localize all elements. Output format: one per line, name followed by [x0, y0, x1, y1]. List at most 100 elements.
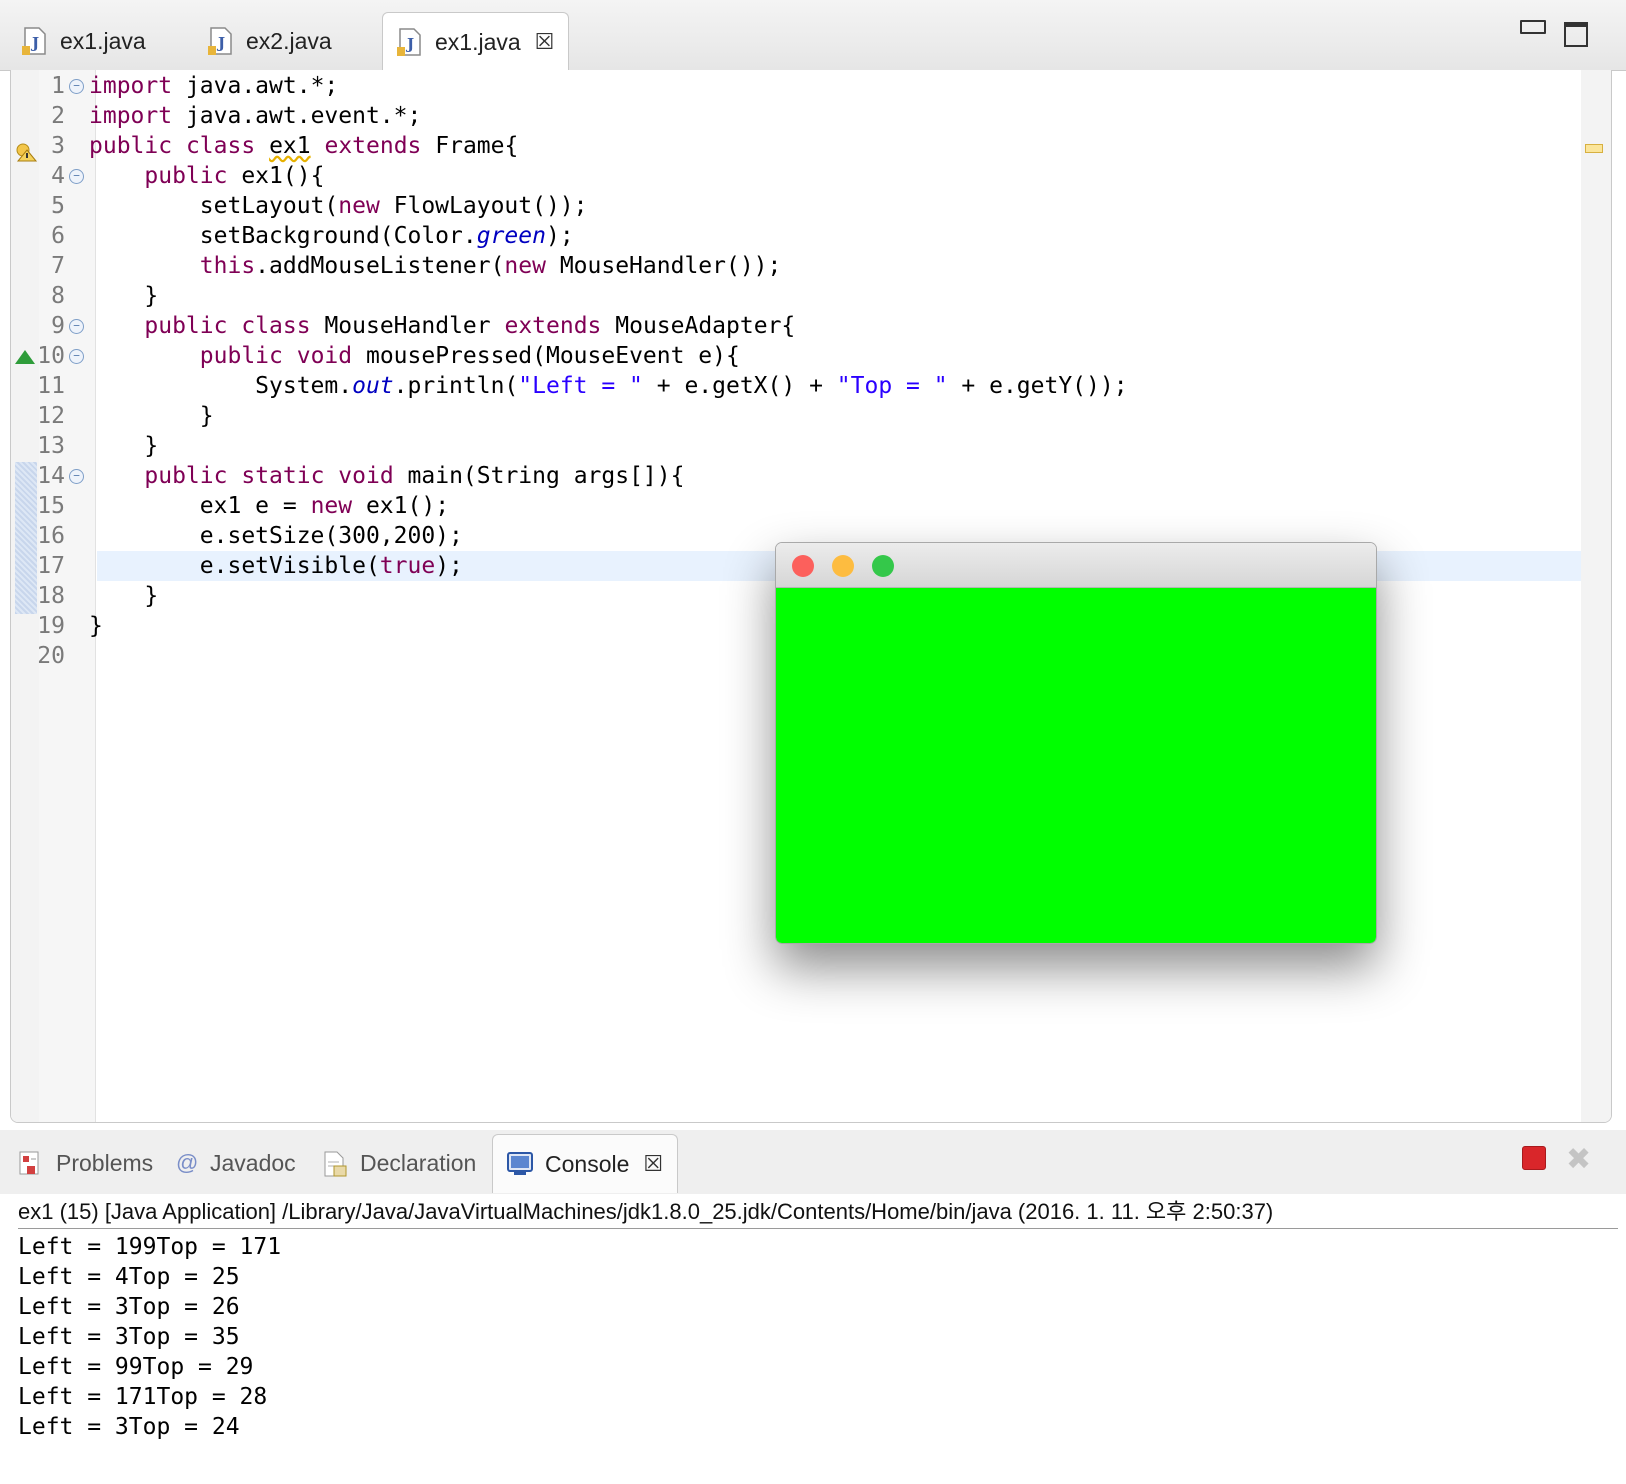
code-line[interactable]: public static void main(String args[]){ [89, 461, 684, 491]
code-token: extends [324, 133, 422, 159]
frame-title-bar[interactable] [776, 543, 1376, 588]
minimize-icon[interactable] [1520, 20, 1546, 34]
code-line[interactable]: public class MouseHandler extends MouseA… [89, 311, 795, 341]
line-number: 3 [51, 133, 65, 159]
line-number: 10 [37, 343, 65, 369]
code-line[interactable]: public ex1(){ [89, 161, 324, 191]
tab-label: Console [545, 1150, 630, 1177]
code-token: + e.getX() + [642, 373, 837, 399]
code-token: static [241, 463, 325, 489]
java-frame-window[interactable] [775, 542, 1377, 944]
code-token: + e.getY()); [947, 373, 1128, 399]
warning-marker[interactable] [1585, 144, 1603, 153]
close-console-icon[interactable]: ☒ [643, 1151, 663, 1177]
code-line[interactable]: } [89, 401, 214, 431]
code-line[interactable]: public void mousePressed(MouseEvent e){ [89, 341, 740, 371]
code-token: java.awt.*; [172, 73, 339, 99]
code-token: void [296, 343, 353, 369]
console-line: Left = 171Top = 28 [18, 1384, 268, 1410]
editor-tab-ex1[interactable]: J ex1.java [22, 12, 146, 70]
collapse-icon[interactable]: − [69, 169, 84, 184]
code-token: ex1(); [352, 493, 450, 519]
code-token: new [310, 493, 353, 519]
close-window-button[interactable] [792, 555, 814, 577]
code-token: } [89, 613, 103, 639]
code-line[interactable]: ex1 e = new ex1(); [89, 491, 449, 521]
code-token: java.awt.event.*; [172, 103, 422, 129]
console-line: Left = 4Top = 25 [18, 1264, 240, 1290]
maximize-icon[interactable] [1564, 22, 1588, 47]
collapse-icon[interactable]: − [69, 79, 84, 94]
svg-text:J: J [405, 35, 414, 53]
code-line[interactable]: } [89, 431, 158, 461]
code-line[interactable]: System.out.println("Left = " + e.getX() … [89, 371, 1128, 401]
code-line[interactable]: } [89, 611, 103, 641]
code-line[interactable]: public class ex1 extends Frame{ [89, 131, 518, 161]
svg-text:J: J [30, 34, 39, 52]
code-line[interactable]: import java.awt.*; [89, 71, 338, 101]
views-tab-bar: Problems @ Javadoc Declaration Console ☒ [0, 1130, 1626, 1194]
code-line[interactable]: e.setVisible(true); [89, 551, 463, 581]
editor-tab-ex1-active[interactable]: J ex1.java ☒ [382, 12, 570, 71]
tab-javadoc[interactable]: @ Javadoc [176, 1134, 296, 1192]
code-token: public [144, 163, 228, 189]
code-token: import [89, 103, 173, 129]
tab-problems[interactable]: Problems [18, 1134, 153, 1192]
editor-tab-label: ex2.java [246, 27, 332, 54]
code-token: class [241, 313, 311, 339]
line-number: 1 [51, 73, 65, 99]
overview-ruler[interactable] [1581, 70, 1611, 1122]
code-token: .addMouseListener( [255, 253, 505, 279]
collapse-icon[interactable]: − [69, 319, 84, 334]
code-token: void [338, 463, 394, 489]
collapse-icon[interactable]: − [69, 349, 84, 364]
code-line[interactable]: this.addMouseListener(new MouseHandler()… [89, 251, 782, 281]
line-number: 8 [51, 283, 65, 309]
code-token: new [338, 193, 380, 219]
code-token: main(String args[]){ [393, 463, 685, 489]
javadoc-icon: @ [176, 1150, 199, 1175]
line-number: 12 [37, 403, 65, 429]
code-line[interactable]: e.setSize(300,200); [89, 521, 463, 551]
collapse-icon[interactable]: − [69, 469, 84, 484]
code-token: } [89, 583, 159, 609]
code-line[interactable]: setLayout(new FlowLayout()); [89, 191, 588, 221]
console-output[interactable]: Left = 199Top = 171 Left = 4Top = 25 Left … [18, 1232, 281, 1442]
code-token: true [379, 553, 436, 579]
code-token: System. [89, 373, 353, 399]
problems-icon [18, 1150, 44, 1176]
editor-tab-ex2[interactable]: J ex2.java [208, 12, 332, 70]
line-number: 6 [51, 223, 65, 249]
code-line[interactable]: import java.awt.event.*; [89, 101, 421, 131]
code-line[interactable]: } [89, 581, 158, 611]
terminate-icon[interactable] [1522, 1146, 1546, 1170]
code-token: ex1(){ [227, 163, 325, 189]
zoom-window-button[interactable] [872, 555, 894, 577]
line-number: 7 [51, 253, 65, 279]
console-line: Left = 3Top = 35 [18, 1324, 240, 1350]
code-line[interactable]: setBackground(Color.green); [89, 221, 574, 251]
editor-tab-label: ex1.java [60, 27, 146, 54]
code-token: out [352, 373, 394, 399]
svg-text:J: J [216, 34, 225, 52]
minimize-window-button[interactable] [832, 555, 854, 577]
frame-content-area[interactable] [776, 588, 1376, 943]
line-number: 15 [37, 493, 65, 519]
close-tab-icon[interactable]: ☒ [535, 29, 555, 55]
code-token: green [476, 223, 546, 249]
console-line: Left = 99Top = 29 [18, 1354, 254, 1380]
tab-console[interactable]: Console ☒ [492, 1134, 679, 1193]
tab-declaration[interactable]: Declaration [322, 1134, 476, 1192]
remove-launch-icon[interactable]: ✖ [1566, 1142, 1591, 1177]
code-line[interactable]: } [89, 281, 158, 311]
code-token: MouseHandler [310, 313, 505, 339]
